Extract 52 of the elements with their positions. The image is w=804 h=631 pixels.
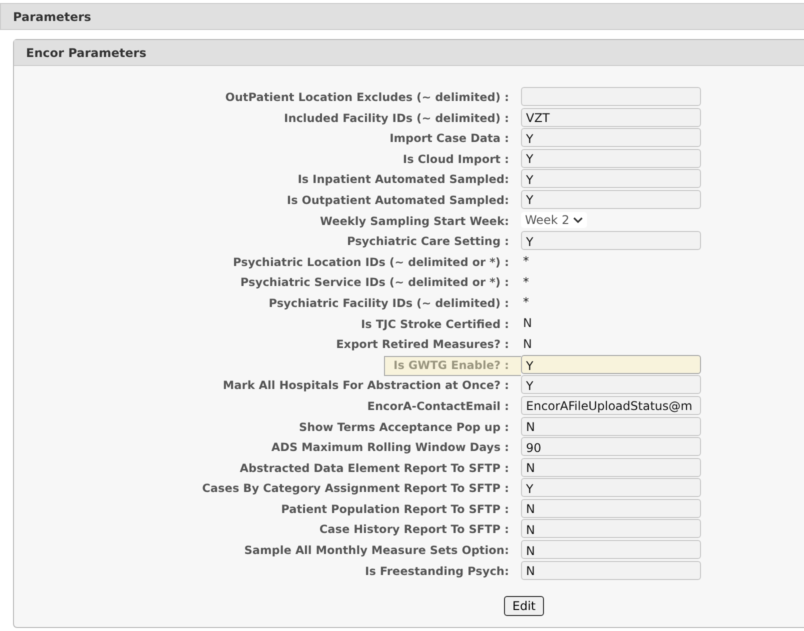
input-field[interactable]: Y (521, 169, 701, 188)
field-label: ADS Maximum Rolling Window Days : (271, 440, 509, 456)
field-value: * (522, 274, 529, 289)
field-label: Psychiatric Location IDs (~ delimited or *) : (233, 254, 509, 271)
field-label: Included Facility IDs (~ delimited) : (284, 110, 509, 127)
field-label: Is Cloud Import : (402, 152, 509, 168)
edit-button[interactable]: Edit (504, 596, 544, 616)
week-dropdown[interactable]: Week 2 (521, 212, 588, 228)
field-value: * (522, 254, 529, 268)
field-label: Abstracted Data Element Report To SFTP : (240, 460, 509, 477)
field-label: Export Retired Measures? : (336, 337, 509, 354)
field-label: Psychiatric Service IDs (~ delimited or *) : (240, 275, 509, 292)
input-field[interactable]: N (521, 540, 701, 560)
input-field[interactable]: VZT (521, 108, 701, 127)
chevron-icon (573, 216, 584, 224)
panel-title: Encor Parameters (26, 46, 146, 60)
field-label: Import Case Data : (390, 131, 509, 148)
input-field[interactable]: 90 (521, 437, 701, 456)
input-field[interactable]: Y (521, 355, 701, 374)
field-label: Patient Population Report To SFTP : (281, 502, 509, 518)
input-field[interactable]: Y (521, 375, 701, 394)
field-label: Is Freestanding Psych: (365, 564, 509, 580)
field-label: Is TJC Stroke Certified : (360, 316, 509, 333)
field-label: Sample All Monthly Measure Sets Option: (244, 543, 509, 560)
field-label: Psychiatric Care Setting : (346, 234, 509, 250)
page-title: Parameters (13, 10, 92, 24)
field-label: Psychiatric Facility IDs (~ delimited) : (268, 296, 509, 312)
input-field[interactable]: N (521, 560, 701, 580)
field-label: Weekly Sampling Start Week: (320, 214, 509, 230)
field-label: Is Outpatient Automated Sampled: (286, 192, 509, 209)
input-field[interactable]: N (521, 458, 701, 477)
input-field[interactable]: Y (521, 190, 701, 209)
input-field[interactable]: Y (521, 231, 701, 250)
input-field[interactable]: Y (521, 478, 701, 498)
field-label: Mark All Hospitals For Abstraction at Once? : (222, 378, 509, 394)
field-label: Case History Report To SFTP : (319, 522, 509, 538)
field-value: N (522, 336, 532, 351)
input-field[interactable]: Y (521, 128, 701, 148)
input-field[interactable] (521, 87, 701, 106)
field-label: Cases By Category Assignment Report To SFTP : (202, 481, 509, 498)
input-field[interactable]: N (521, 498, 701, 518)
field-label: Is GWTG Enable? : (384, 356, 521, 376)
input-field[interactable]: N (521, 416, 701, 436)
field-value: * (522, 295, 529, 310)
field-value: N (522, 316, 532, 330)
field-label: EncorA-ContactEmail : (367, 398, 509, 415)
field-label: Show Terms Acceptance Pop up : (298, 420, 509, 436)
input-field[interactable]: N (521, 519, 701, 538)
field-label: OutPatient Location Excludes (~ delimited) : (225, 90, 509, 106)
input-field[interactable]: Y (521, 148, 701, 168)
input-field[interactable]: EncorAFileUploadStatus@m (521, 396, 701, 415)
field-label: Is Inpatient Automated Sampled: (298, 172, 509, 188)
